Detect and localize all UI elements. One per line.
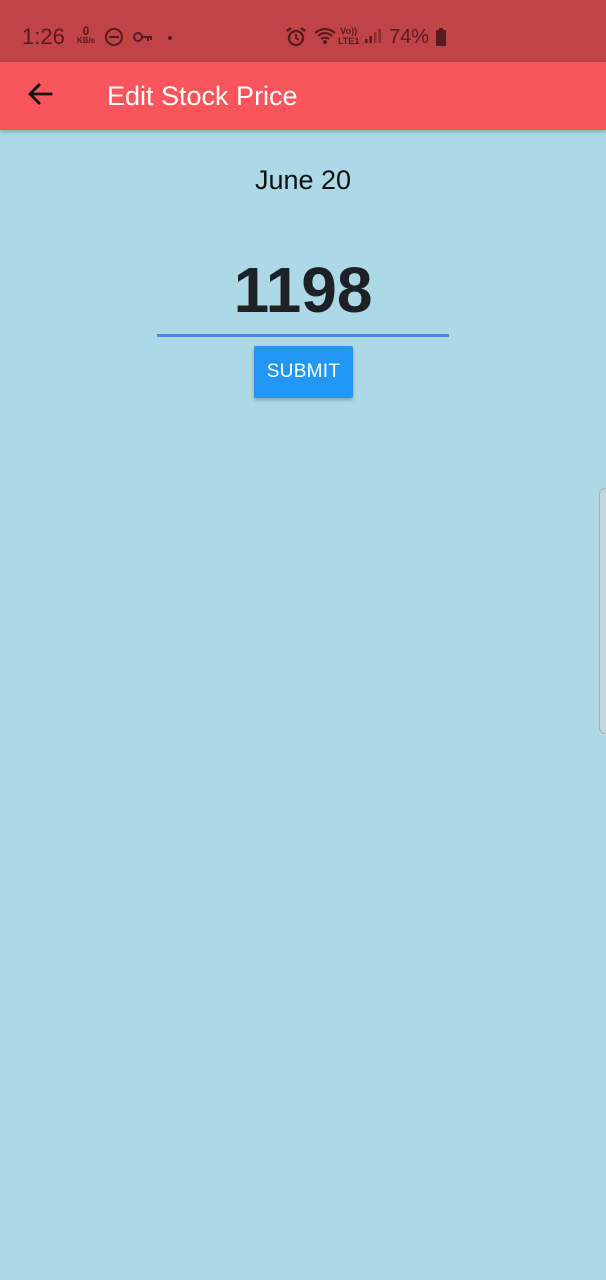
app-bar: Edit Stock Price bbox=[0, 62, 606, 130]
battery-icon bbox=[435, 28, 447, 51]
data-rate-indicator: 0 KB/s bbox=[75, 24, 97, 46]
data-rate-value: 0 bbox=[82, 24, 90, 38]
submit-button[interactable]: SUBMIT bbox=[254, 346, 353, 398]
status-time: 1:26 bbox=[22, 24, 65, 49]
alarm-icon bbox=[285, 26, 307, 53]
edge-panel-handle[interactable] bbox=[599, 488, 606, 734]
page-title: Edit Stock Price bbox=[107, 81, 298, 111]
price-field bbox=[157, 250, 449, 337]
dot-icon bbox=[168, 36, 172, 40]
data-rate-unit: KB/s bbox=[76, 36, 96, 45]
signal-icon bbox=[364, 28, 382, 49]
network-label-top: Vo)) bbox=[340, 26, 358, 36]
wifi-icon bbox=[313, 26, 337, 51]
network-label-bottom: LTE1 bbox=[338, 36, 360, 46]
network-type: Vo)) LTE1 bbox=[338, 26, 359, 46]
battery-percent: 74% bbox=[389, 26, 430, 48]
status-bar: 1:26 0 KB/s Vo)) LTE1 74% bbox=[0, 0, 606, 62]
arrow-left-icon bbox=[26, 80, 54, 113]
date-label: June 20 bbox=[254, 165, 352, 195]
key-icon bbox=[133, 30, 153, 49]
dnd-icon bbox=[104, 27, 124, 52]
back-button[interactable] bbox=[14, 70, 66, 122]
price-input[interactable] bbox=[157, 250, 449, 330]
